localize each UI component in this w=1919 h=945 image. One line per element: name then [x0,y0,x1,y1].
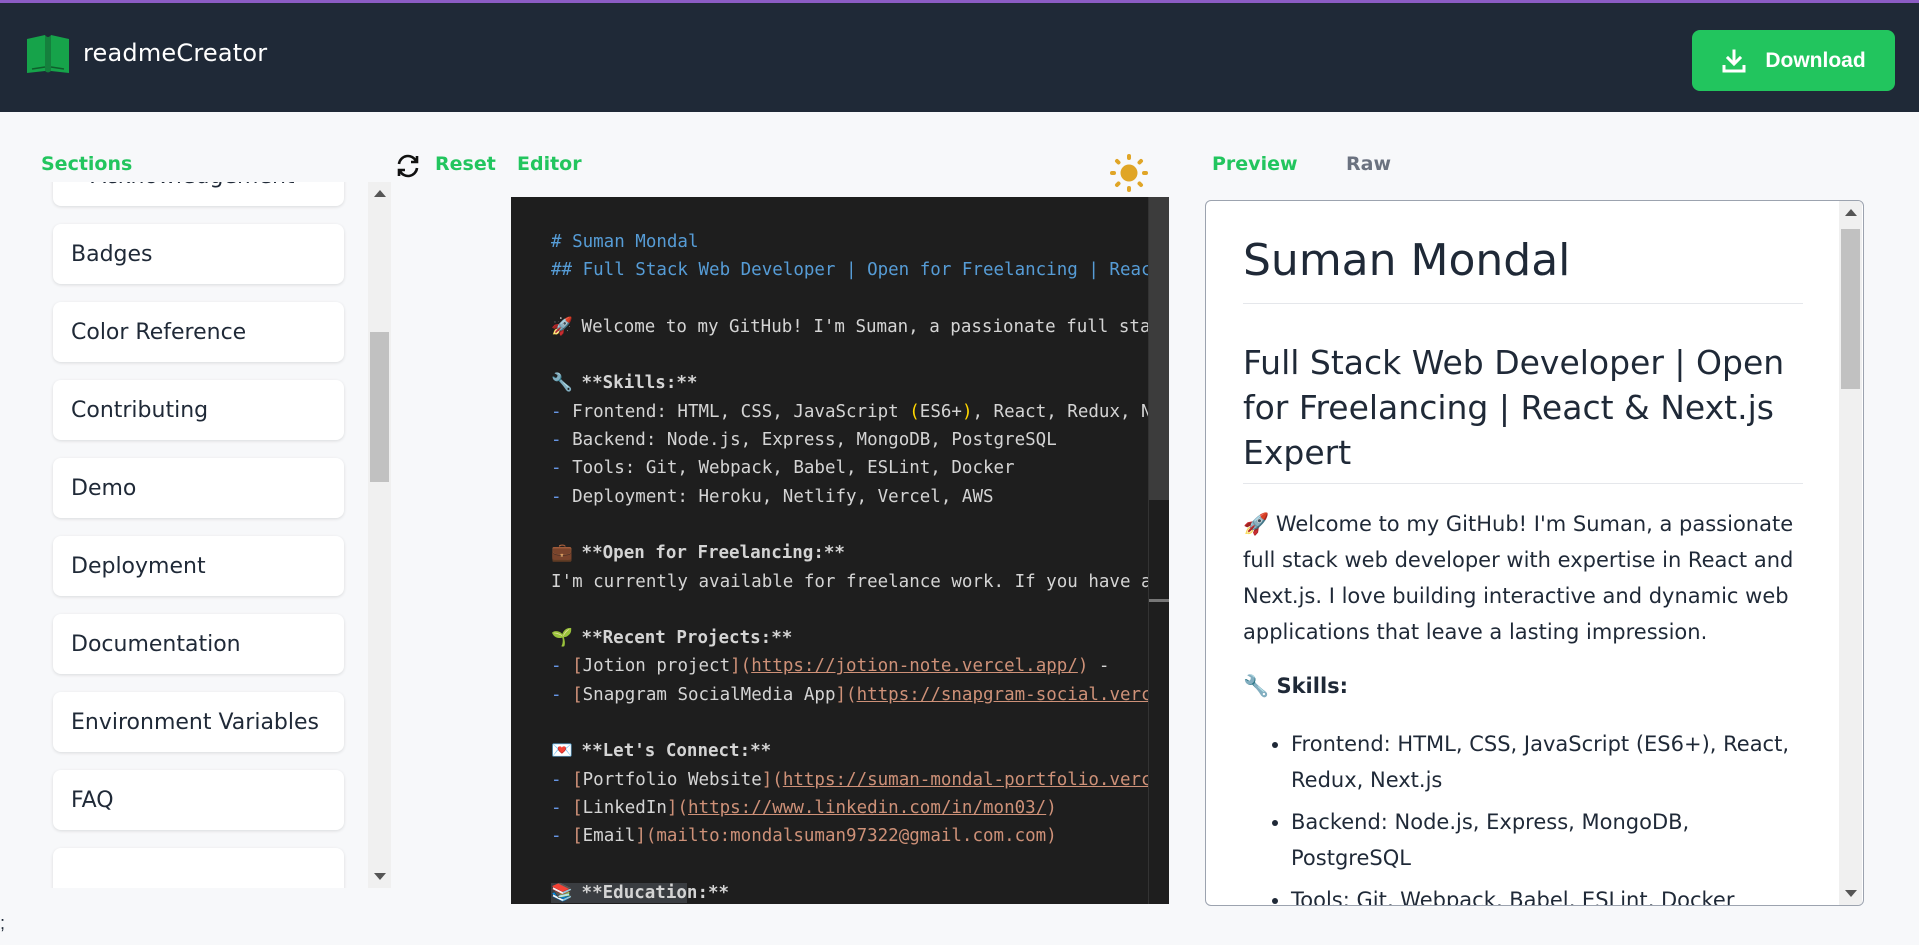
list-item: Backend: Node.js, Express, MongoDB, Post… [1291,804,1803,876]
editor-line: - Frontend: HTML, CSS, JavaScript (ES6+)… [551,401,1169,422]
tab-preview[interactable]: Preview [1212,153,1298,175]
sun-icon[interactable] [1108,152,1150,194]
editor-cursor-marker [1149,599,1169,602]
rocket-icon: 🚀 [1243,512,1270,536]
refresh-icon[interactable] [395,153,421,179]
editor-line: 💌 **Let's Connect:** [551,737,1169,765]
reset-button[interactable]: Reset [435,153,496,175]
sidebar-scroll-thumb[interactable] [370,332,389,482]
preview-h2: Full Stack Web Developer | Open for Free… [1243,340,1803,484]
sections-label: Sections [41,153,133,175]
editor-line: - [Email](mailto:mondalsuman97322@gmail.… [551,826,1057,847]
section-item-next[interactable] [53,848,344,888]
preview-content: Suman Mondal Full Stack Web Developer | … [1243,229,1803,905]
download-button[interactable]: Download [1692,30,1895,91]
preview-scrollbar[interactable] [1839,201,1862,905]
section-item-contributing[interactable]: Contributing [53,380,344,440]
section-item-demo[interactable]: Demo [53,458,344,518]
editor-line: - [LinkedIn](https://www.linkedin.com/in… [551,797,1057,818]
preview-skills-list: Frontend: HTML, CSS, JavaScript (ES6+), … [1243,726,1803,905]
wrench-icon: 🔧 [1243,674,1270,698]
wrench-icon: 🔧 [551,373,573,394]
editor-line: 🚀 Welcome to my GitHub! I'm Suman, a pas… [551,313,1169,341]
scroll-down-arrow-icon[interactable] [374,873,386,880]
list-item: Tools: Git, Webpack, Babel, ESLint, Dock… [1291,882,1803,905]
editor-line: - Backend: Node.js, Express, MongoDB, Po… [551,430,1057,451]
editor-line: - [Snapgram SocialMedia App](https://sna… [551,681,1169,709]
sections-sidebar: Acknowledgement Badges Color Reference C… [40,182,392,888]
rocket-icon: 🚀 [551,316,573,337]
download-label: Download [1765,48,1866,72]
sidebar-scrollbar[interactable] [368,182,391,888]
stray-text: ; [0,913,6,933]
list-item: Frontend: HTML, CSS, JavaScript (ES6+), … [1291,726,1803,798]
editor-line: I'm currently available for freelance wo… [551,571,1169,592]
scroll-up-arrow-icon[interactable] [374,190,386,197]
preview-intro: 🚀 Welcome to my GitHub! I'm Suman, a pas… [1243,512,1794,644]
book-open-icon [27,35,69,73]
editor-line: 🔧 **Skills:** [551,369,1169,397]
books-icon: 📚 [551,882,573,903]
download-icon [1722,49,1746,72]
briefcase-icon: 💼 [551,543,573,564]
sections-list: Acknowledgement Badges Color Reference C… [53,182,344,888]
scroll-up-arrow-icon[interactable] [1845,209,1857,216]
scroll-down-arrow-icon[interactable] [1845,890,1857,897]
markdown-preview: Suman Mondal Full Stack Web Developer | … [1205,200,1864,906]
editor-link-url[interactable]: https://snapgram-social.vercel.app/ [857,685,1169,705]
editor-line: # Suman Mondal [551,232,699,252]
section-item-acknowledgement[interactable]: Acknowledgement [53,182,344,206]
editor-line: ## Full Stack Web Developer | Open for F… [551,260,1163,281]
editor-line: - Tools: Git, Webpack, Babel, ESLint, Do… [551,458,1015,479]
editor-scrollbar[interactable] [1148,197,1169,904]
preview-skills-heading: 🔧 Skills: [1243,674,1349,698]
section-item-environment-variables[interactable]: Environment Variables [53,692,344,752]
editor-line: 💼 **Open for Freelancing:** [551,539,1169,567]
editor-text[interactable]: # Suman Mondal ## Full Stack Web Develope… [551,228,1169,904]
editor-line: 📚 **Education:** [551,879,1169,904]
app-header: readmeCreator Download [0,0,1919,112]
section-item-faq[interactable]: FAQ [53,770,344,830]
editor-link-url[interactable]: mailto:mondalsuman97322@gmail.com.com [656,826,1046,846]
tab-raw[interactable]: Raw [1346,153,1391,175]
section-item-badges[interactable]: Badges [53,224,344,284]
editor-label: Editor [517,153,582,175]
preview-h1: Suman Mondal [1243,229,1803,304]
editor-line: - Deployment: Heroku, Netlify, Vercel, A… [551,486,994,507]
section-item-color-reference[interactable]: Color Reference [53,302,344,362]
editor-line: - [Jotion project](https://jotion-note.v… [551,656,1120,677]
section-item-documentation[interactable]: Documentation [53,614,344,674]
markdown-editor[interactable]: # Suman Mondal ## Full Stack Web Develope… [511,197,1169,904]
editor-link-url[interactable]: https://suman-mondal-portfolio.vercel.ap… [783,770,1169,790]
editor-link-url[interactable]: https://www.linkedin.com/in/mon03/ [688,798,1046,818]
editor-link-url[interactable]: https://jotion-note.vercel.app/ [751,656,1078,676]
preview-scroll-thumb[interactable] [1841,229,1860,389]
editor-line: - [Portfolio Website](https://suman-mond… [551,766,1169,794]
editor-scroll-thumb[interactable] [1149,197,1169,500]
editor-line: 🌱 **Recent Projects:** [551,624,1169,652]
seedling-icon: 🌱 [551,628,573,649]
love-letter-icon: 💌 [551,741,573,762]
app-title: readmeCreator [83,39,268,67]
section-item-deployment[interactable]: Deployment [53,536,344,596]
